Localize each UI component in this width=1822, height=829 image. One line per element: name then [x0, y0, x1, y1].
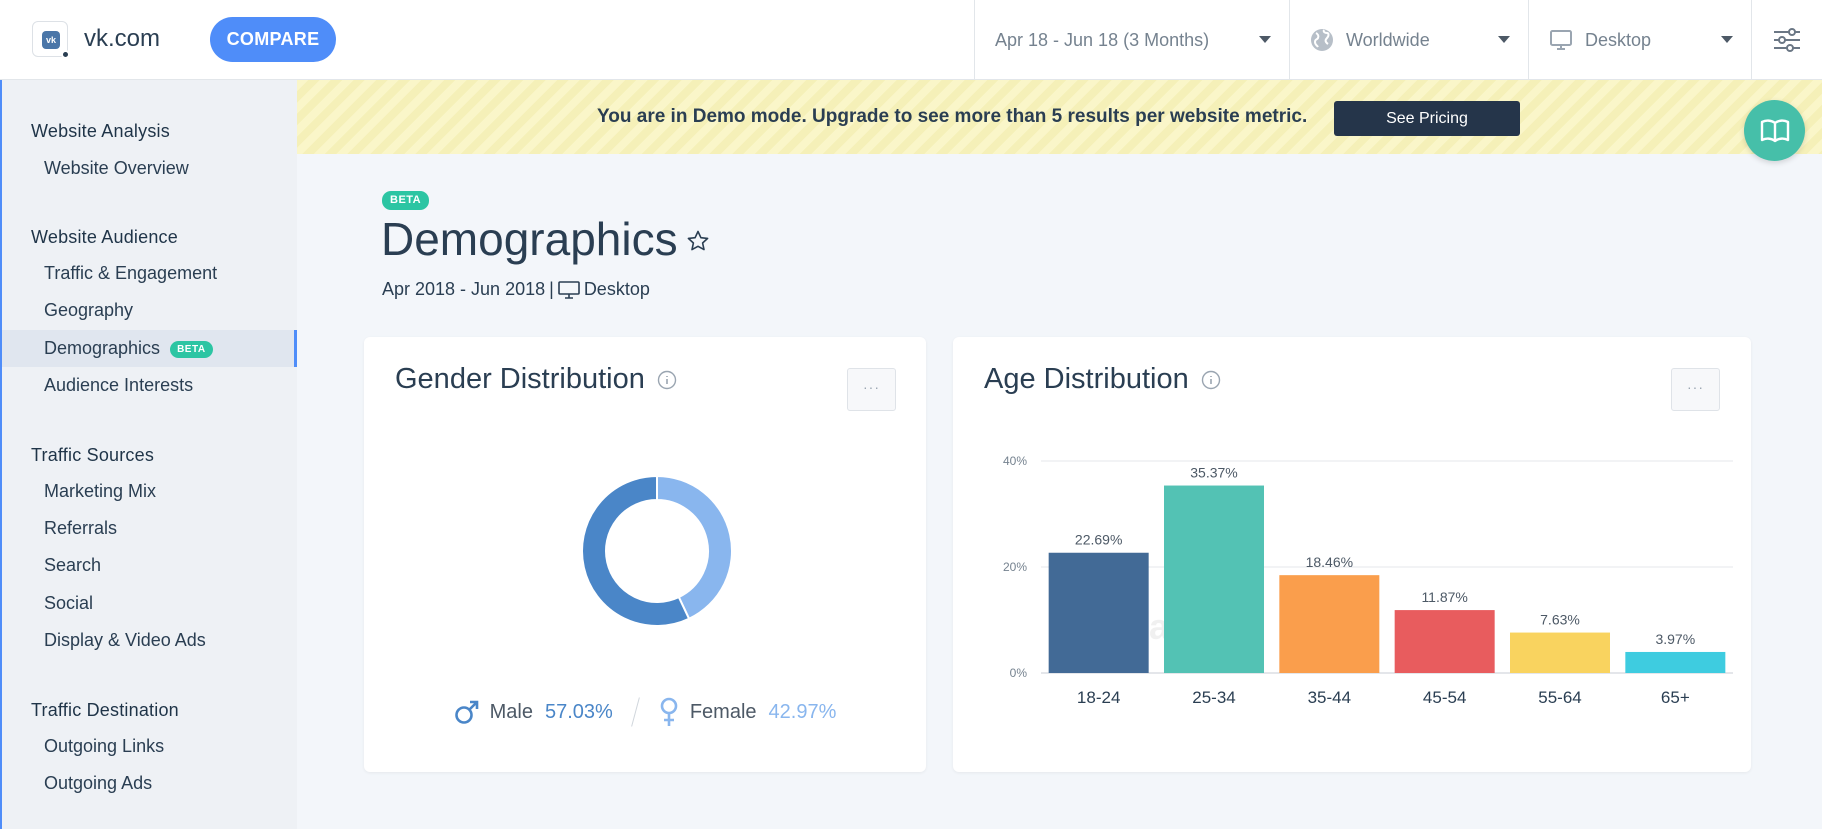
age-distribution-card: Age Distribution ··· 0% 20% 40% SimilarWeb 2… [953, 337, 1751, 772]
bar-65+[interactable] [1625, 651, 1726, 673]
sidebar-item-social[interactable]: Social [2, 585, 297, 622]
sidebar-item-display-video-ads[interactable]: Display & Video Ads [2, 622, 297, 659]
gender-legend: Male 57.03% Female 42.97% [364, 697, 926, 727]
see-pricing-button[interactable]: See Pricing [1334, 101, 1520, 136]
sidebar-item-traffic-engagement[interactable]: Traffic & Engagement [2, 255, 297, 292]
page-title: Demographics [381, 213, 678, 265]
sidebar-item-outgoing-links[interactable]: Outgoing Links [2, 728, 297, 765]
y-tick-label: 20% [1003, 560, 1027, 574]
bar-35-44[interactable] [1279, 575, 1380, 673]
female-icon [660, 697, 678, 726]
gender-card-title: Gender Distribution [395, 363, 645, 395]
x-tick-label: 65+ [1661, 688, 1690, 707]
help-center-button[interactable] [1744, 100, 1805, 161]
date-range-text: Apr 2018 - Jun 2018 [382, 279, 546, 299]
compare-button[interactable]: COMPARE [210, 17, 336, 62]
male-value: 57.03% [544, 700, 613, 723]
data-label: 7.63% [1540, 612, 1580, 628]
data-label: 18.46% [1306, 554, 1353, 570]
top-bar: vk vk.com COMPARE Apr 18 - Jun 18 (3 Mon… [0, 0, 1822, 80]
legend-divider [630, 697, 640, 727]
sidebar-item-geography[interactable]: Geography [2, 292, 297, 329]
data-label: 22.69% [1075, 532, 1122, 548]
card-title: Gender Distribution [395, 363, 677, 396]
sidebar-section-website-audience: Website Audience [31, 227, 178, 247]
bar-45-54[interactable] [1394, 610, 1495, 673]
data-label: 3.97% [1655, 631, 1695, 647]
chevron-down-icon [1259, 36, 1271, 43]
site-favicon: vk [32, 21, 70, 59]
sidebar-item-marketing-mix[interactable]: Marketing Mix [2, 473, 297, 510]
sliders-icon [1774, 28, 1800, 52]
beta-badge: BETA [170, 340, 213, 358]
separator: | [549, 279, 554, 299]
female-label: Female [689, 700, 757, 723]
beta-badge: BETA [382, 191, 430, 210]
sidebar-item-audience-interests[interactable]: Audience Interests [2, 367, 297, 404]
page-subtitle: Apr 2018 - Jun 2018 | Desktop [382, 279, 650, 300]
sidebar-item-website-overview[interactable]: Website Overview [2, 150, 297, 187]
male-icon [454, 700, 478, 724]
chevron-down-icon [1498, 36, 1510, 43]
female-value: 42.97% [768, 700, 837, 723]
site-name[interactable]: vk.com [84, 25, 160, 53]
sidebar-section-website-analysis: Website Analysis [31, 121, 170, 141]
x-tick-label: 18-24 [1077, 688, 1120, 707]
desktop-icon [558, 280, 580, 299]
vk-logo-icon: vk [42, 31, 60, 49]
y-tick-label: 40% [1003, 454, 1027, 468]
globe-icon [1310, 28, 1334, 52]
sidebar-item-demographics[interactable]: Demographics BETA [2, 330, 297, 367]
sidebar: Website Analysis Website Overview Websit… [0, 80, 297, 829]
device-label: Desktop [1585, 29, 1652, 50]
demo-mode-banner: You are in Demo mode. Upgrade to see mor… [297, 80, 1822, 154]
donut-slice-female[interactable] [656, 474, 733, 621]
bar-18-24[interactable] [1048, 552, 1149, 673]
x-tick-label: 55-64 [1538, 688, 1581, 707]
bar-25-34[interactable] [1164, 485, 1264, 673]
info-icon[interactable] [657, 370, 677, 390]
device-text: Desktop [583, 279, 650, 299]
desktop-icon [1549, 28, 1573, 52]
sidebar-section-traffic-destination: Traffic Destination [31, 700, 179, 720]
x-tick-label: 25-34 [1192, 688, 1235, 707]
gender-distribution-card: Gender Distribution ··· Male 57.03% Fema… [364, 337, 926, 772]
male-label: Male [489, 700, 533, 723]
sidebar-item-referrals[interactable]: Referrals [2, 510, 297, 547]
site-status-dot [61, 50, 70, 59]
book-icon [1760, 118, 1789, 142]
favorite-star-icon[interactable] [686, 229, 710, 258]
data-label: 11.87% [1421, 589, 1467, 605]
data-label: 35.37% [1190, 465, 1237, 481]
date-range-dropdown[interactable]: Apr 18 - Jun 18 (3 Months) [974, 0, 1289, 80]
x-tick-label: 35-44 [1308, 688, 1351, 707]
sidebar-section-traffic-sources: Traffic Sources [31, 445, 155, 465]
more-options-button[interactable]: ··· [847, 368, 896, 411]
sidebar-item-search[interactable]: Search [2, 547, 297, 584]
age-bar-chart: 0%20%40%SimilarWeb22.69%18-2435.37%25-34… [1003, 454, 1733, 707]
gender-donut-chart [581, 474, 733, 627]
country-label: Worldwide [1346, 29, 1430, 50]
sidebar-item-label: Demographics [44, 338, 161, 358]
bar-55-64[interactable] [1510, 632, 1610, 673]
country-dropdown[interactable]: Worldwide [1289, 0, 1528, 80]
settings-button[interactable] [1751, 0, 1822, 80]
chevron-down-icon [1721, 36, 1733, 43]
y-tick-label: 0% [1010, 666, 1028, 680]
sidebar-item-outgoing-ads[interactable]: Outgoing Ads [2, 765, 297, 802]
device-dropdown[interactable]: Desktop [1528, 0, 1751, 80]
demo-mode-message: You are in Demo mode. Upgrade to see mor… [597, 106, 1308, 127]
x-tick-label: 45-54 [1423, 688, 1466, 707]
date-range-label: Apr 18 - Jun 18 (3 Months) [995, 29, 1210, 50]
